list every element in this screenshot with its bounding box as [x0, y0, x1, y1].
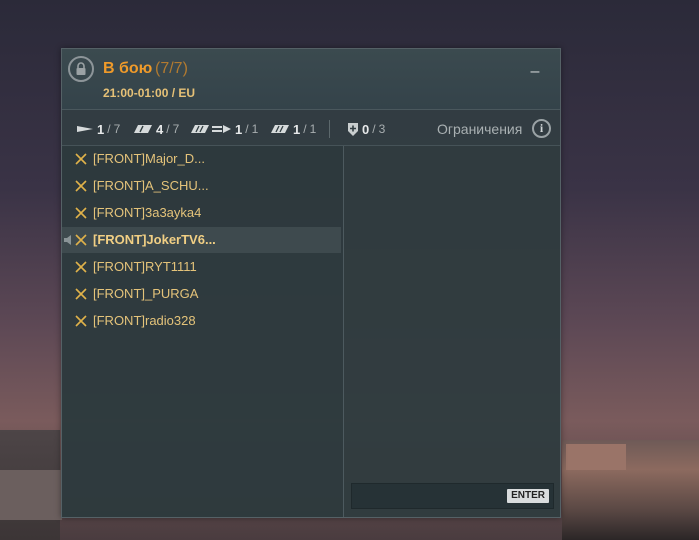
destroyer-icon: [77, 126, 93, 132]
filter-slash: /: [303, 122, 307, 136]
member-name: [FRONT]3a3ayka4: [93, 205, 202, 220]
crossed-swords-icon: [75, 288, 87, 300]
info-icon: i: [539, 121, 544, 135]
member-row[interactable]: [FRONT]Major_D...: [62, 146, 341, 172]
filter-slash: /: [166, 122, 170, 136]
filter-slash: /: [107, 122, 111, 136]
member-name: [FRONT]JokerTV6...: [93, 232, 216, 247]
member-row-selected[interactable]: [FRONT]JokerTV6...: [62, 227, 341, 253]
member-row[interactable]: [FRONT]radio328: [62, 308, 341, 334]
chat-pane: ENTER: [344, 146, 560, 517]
member-row[interactable]: [FRONT]A_SCHU...: [62, 173, 341, 199]
cruiser-icon: [134, 125, 152, 133]
member-name: [FRONT]A_SCHU...: [93, 178, 209, 193]
filter-destroyer[interactable]: 1/7: [76, 121, 120, 137]
ship-class-filter-bar: 1/7 4/7 1/1 1/1 0 / 3 Ограничения i: [62, 111, 560, 146]
filter-slash: /: [372, 122, 376, 136]
filter-current: 1: [97, 121, 105, 137]
member-row[interactable]: [FRONT]RYT1111: [62, 254, 341, 280]
filter-divider: [329, 120, 330, 138]
crossed-swords-icon: [75, 261, 87, 273]
minimize-button[interactable]: –: [528, 64, 542, 80]
filter-total: 7: [113, 122, 121, 136]
filter-total: 1: [309, 122, 317, 136]
info-button[interactable]: i: [532, 119, 551, 138]
crossed-swords-icon: [75, 180, 87, 192]
carrier-icon: [271, 125, 289, 133]
battleship-icon: [191, 125, 231, 133]
filter-cruiser[interactable]: 4/7: [133, 121, 179, 137]
member-list: [FRONT]Major_D... [FRONT]A_SCHU... [FRON…: [62, 146, 344, 517]
enter-button[interactable]: ENTER: [507, 489, 549, 503]
member-name: [FRONT]radio328: [93, 313, 196, 328]
filter-current: 4: [156, 121, 164, 137]
member-row[interactable]: [FRONT]_PURGA: [62, 281, 341, 307]
member-name: [FRONT]_PURGA: [93, 286, 199, 301]
panel-title: В бою: [103, 60, 153, 77]
speaker-icon: [64, 235, 71, 245]
lock-icon: [76, 62, 86, 75]
crossed-swords-icon: [75, 234, 87, 246]
division-panel: В бою (7/7) 21:00-01:00 / EU – 1/7 4/7 1…: [61, 48, 561, 518]
member-name: [FRONT]RYT1111: [93, 259, 197, 274]
member-row[interactable]: [FRONT]3a3ayka4: [62, 200, 341, 226]
shield-plus-icon: [348, 122, 358, 136]
crossed-swords-icon: [75, 153, 87, 165]
member-name: [FRONT]Major_D...: [93, 151, 205, 166]
filter-carrier[interactable]: 1/1: [270, 121, 316, 137]
crossed-swords-icon: [75, 315, 87, 327]
filter-battleship[interactable]: 1/1: [190, 121, 258, 137]
filter-total: 3: [378, 122, 386, 136]
filter-current: 1: [235, 121, 243, 137]
filter-current: 0: [362, 121, 370, 137]
chat-input[interactable]: ENTER: [351, 483, 554, 509]
restrictions-label[interactable]: Ограничения: [437, 121, 522, 137]
background-deck-left: [0, 470, 62, 520]
member-count: (7/7): [155, 60, 188, 77]
background-ship-roof: [566, 444, 626, 470]
crossed-swords-icon: [75, 207, 87, 219]
panel-header: В бою (7/7) 21:00-01:00 / EU –: [62, 49, 560, 110]
lock-button[interactable]: [68, 56, 94, 82]
schedule-label: 21:00-01:00 / EU: [103, 86, 196, 100]
filter-special[interactable]: 0/3: [347, 121, 385, 137]
filter-slash: /: [245, 122, 249, 136]
filter-total: 7: [172, 122, 180, 136]
filter-total: 1: [251, 122, 259, 136]
filter-current: 1: [293, 121, 301, 137]
